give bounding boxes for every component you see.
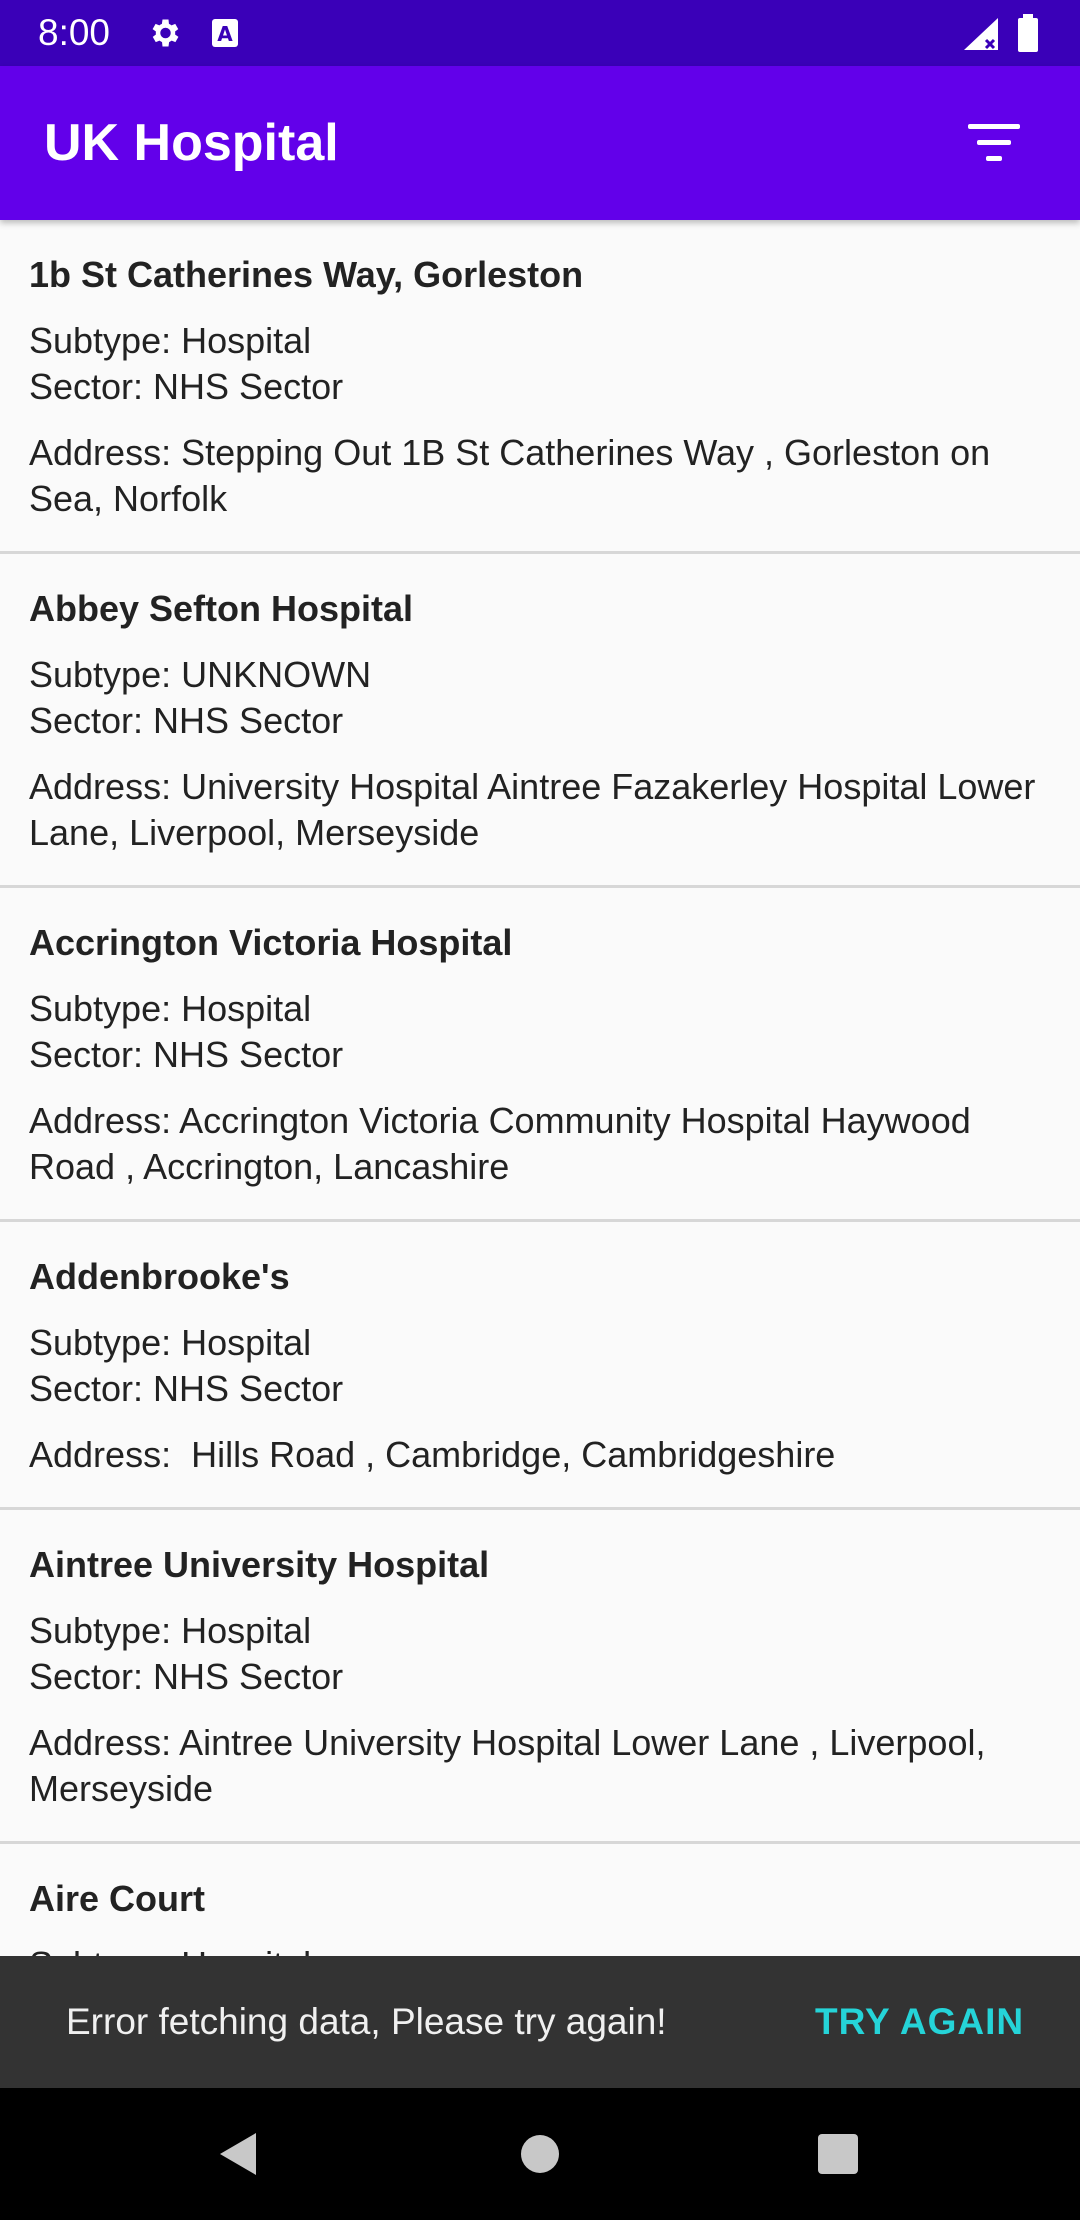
hospital-subtype: Subtype: UNKNOWN [29,654,372,695]
list-item[interactable]: Abbey Sefton Hospital Subtype: UNKNOWN S… [0,554,1080,888]
snackbar-message: Error fetching data, Please try again! [66,2001,667,2042]
keyboard-a-icon: A [210,17,240,49]
hospital-subtype: Subtype: Hospital [29,320,312,361]
battery-icon [1016,14,1040,52]
hospital-sector: Sector: NHS Sector [29,1034,344,1075]
status-bar: 8:00 A [0,0,1080,66]
gear-icon [146,15,182,51]
recents-icon[interactable] [817,2134,859,2174]
hospital-sector: Sector: NHS Sector [29,1368,344,1409]
hospital-sector: Sector: NHS Sector [29,1656,344,1697]
svg-text:A: A [217,22,233,46]
list-item[interactable]: Addenbrooke's Subtype: Hospital Sector: … [0,1222,1080,1510]
status-time: 8:00 [38,12,111,53]
signal-icon [962,16,1000,52]
hospital-address: Address: Aintree University Hospital Low… [29,1722,996,1809]
list-item[interactable]: Aintree University Hospital Subtype: Hos… [0,1510,1080,1844]
hospital-name: Addenbrooke's [29,1256,290,1297]
hospital-name: 1b St Catherines Way, Gorleston [29,254,584,295]
list-item[interactable]: 1b St Catherines Way, Gorleston Subtype:… [0,220,1080,554]
hospital-name: Accrington Victoria Hospital [29,922,513,963]
hospital-name: Abbey Sefton Hospital [29,588,414,629]
hospital-address: Address: Stepping Out 1B St Catherines W… [29,432,1001,519]
try-again-button[interactable]: TRY AGAIN [815,1999,1024,2045]
app-title: UK Hospital [44,114,339,172]
hospital-sector: Sector: NHS Sector [29,366,344,407]
error-snackbar: Error fetching data, Please try again! T… [0,1956,1080,2088]
navigation-bar [0,2088,1080,2220]
list-item[interactable]: Accrington Victoria Hospital Subtype: Ho… [0,888,1080,1222]
back-icon[interactable] [216,2131,260,2177]
hospital-name: Aintree University Hospital [29,1544,490,1585]
hospital-subtype: Subtype: Hospital [29,988,312,1029]
hospital-address: Address: Accrington Victoria Community H… [29,1100,981,1187]
hospital-address: Address: University Hospital Aintree Faz… [29,766,1046,853]
home-icon[interactable] [520,2134,560,2174]
hospital-sector: Sector: NHS Sector [29,700,344,741]
app-bar: UK Hospital [0,66,1080,220]
hospital-subtype: Subtype: Hospital [29,1322,312,1363]
hospital-address: Address: Hills Road , Cambridge, Cambrid… [29,1434,836,1475]
filter-icon[interactable] [968,116,1028,172]
hospital-name: Aire Court [29,1878,206,1919]
hospital-subtype: Subtype: Hospital [29,1610,312,1651]
